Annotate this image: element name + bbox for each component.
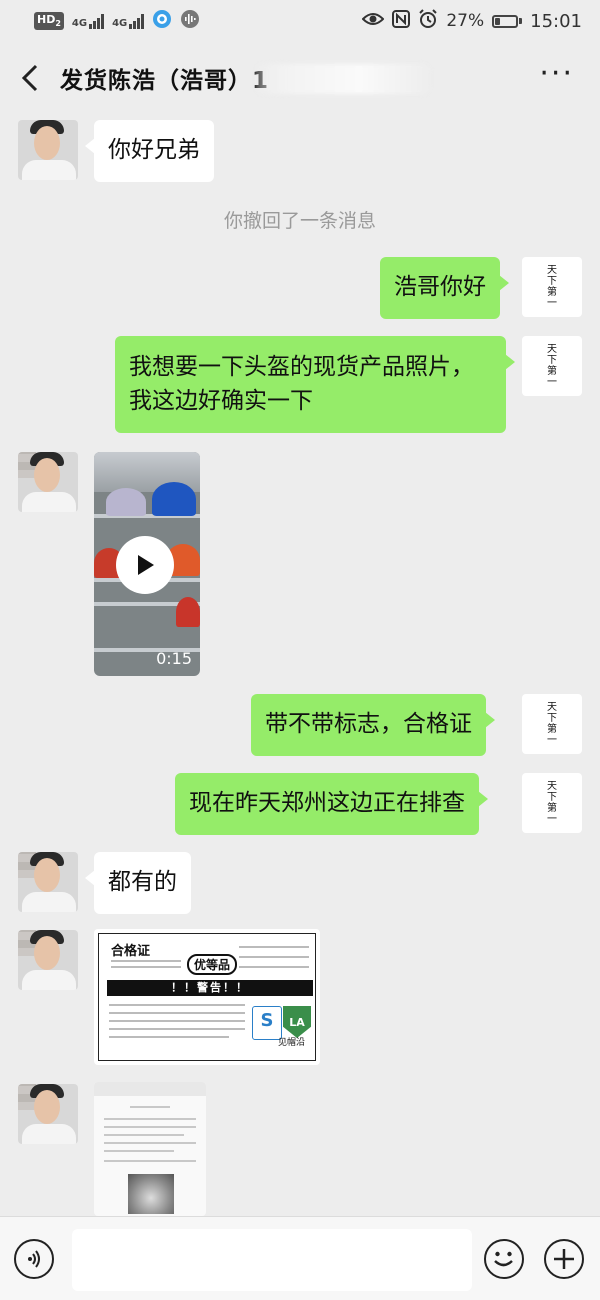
- avatar-calligraphy: 天下第一: [547, 781, 557, 825]
- status-bar: HD2 4G 4G 27% 15:01: [0, 0, 600, 42]
- voice-icon: [28, 1250, 40, 1268]
- warning-banner: ！！警告！！: [107, 980, 313, 996]
- contact-avatar[interactable]: [18, 930, 78, 990]
- emoji-icon: [494, 1251, 513, 1267]
- play-button[interactable]: [116, 536, 174, 594]
- emoji-button[interactable]: [484, 1239, 524, 1279]
- message-bubble-sent[interactable]: 现在昨天郑州这边正在排查: [175, 773, 488, 835]
- back-button[interactable]: [20, 58, 56, 98]
- message-bubble-sent[interactable]: 带不带标志，合格证: [251, 694, 495, 756]
- network-type-label: 4G: [71, 18, 88, 29]
- alarm-icon: [418, 8, 438, 34]
- contact-avatar[interactable]: [18, 1084, 78, 1144]
- message-text: 现在昨天郑州这边正在排查: [189, 790, 465, 816]
- more-button[interactable]: ···: [539, 59, 574, 89]
- plus-icon: [554, 1249, 574, 1269]
- message-bubble-received[interactable]: 都有的: [85, 852, 191, 914]
- helmet-photo: [128, 1174, 174, 1214]
- image-message-certificate[interactable]: 合格证 优等品 ！！警告！！ S LA 见帽沿: [94, 929, 320, 1065]
- message-text: 浩哥你好: [394, 274, 486, 300]
- contact-avatar[interactable]: [18, 852, 78, 912]
- clock-time: 15:01: [530, 10, 582, 32]
- my-avatar[interactable]: 天下第一: [522, 257, 582, 317]
- avatar-calligraphy: 天下第一: [547, 702, 557, 746]
- message-input[interactable]: [72, 1229, 472, 1291]
- contact-avatar[interactable]: [18, 452, 78, 512]
- my-avatar[interactable]: 天下第一: [522, 336, 582, 396]
- message-bubble-sent[interactable]: 浩哥你好: [380, 257, 509, 319]
- contact-avatar[interactable]: [18, 120, 78, 180]
- chat-header: 发货陈浩（浩哥）1 ···: [0, 42, 600, 114]
- my-avatar[interactable]: 天下第一: [522, 694, 582, 754]
- battery-percent: 27%: [446, 11, 485, 31]
- voice-button[interactable]: [14, 1239, 54, 1279]
- system-notice: 你撤回了一条消息: [223, 210, 376, 232]
- video-duration: 0:15: [156, 649, 192, 668]
- redaction-blur: [255, 64, 430, 94]
- status-bar-left: HD2 4G 4G: [34, 9, 200, 34]
- plus-button[interactable]: [544, 1239, 584, 1279]
- play-icon: [138, 555, 154, 575]
- message-text-line: 我想要一下头盔的现货产品照片，: [129, 354, 474, 380]
- avatar-calligraphy: 天下第一: [547, 344, 557, 388]
- video-message[interactable]: 0:15: [94, 452, 200, 676]
- avatar-calligraphy: 天下第一: [547, 265, 557, 309]
- message-text-line: 我这边好确实一下: [129, 388, 313, 414]
- signal-icon: 4G: [112, 13, 145, 29]
- message-text: 都有的: [108, 869, 177, 895]
- wechat-status-icon: [152, 9, 172, 34]
- message-text: 带不带标志，合格证: [265, 711, 472, 737]
- hd-badge: HD2: [34, 12, 64, 30]
- battery-icon: [492, 14, 523, 28]
- message-text: 你好兄弟: [108, 137, 200, 163]
- signal-icon: 4G: [71, 13, 105, 29]
- chevron-left-icon: [21, 64, 38, 92]
- my-avatar[interactable]: 天下第一: [522, 773, 582, 833]
- voice-wave-icon: [180, 9, 200, 34]
- certificate-title: 合格证: [111, 944, 151, 959]
- network-type-label: 4G: [112, 18, 128, 29]
- input-bar: [0, 1216, 600, 1300]
- quality-badge: 优等品: [187, 954, 238, 975]
- eye-icon: [361, 11, 385, 32]
- more-dots-icon: ···: [539, 56, 574, 91]
- image-message-document[interactable]: [94, 1082, 206, 1216]
- nfc-icon: [392, 9, 411, 33]
- certificate-signature: 见帽沿: [277, 1038, 305, 1048]
- message-bubble-received[interactable]: 你好兄弟: [85, 120, 214, 182]
- la-logo-icon: LA: [283, 1006, 311, 1038]
- status-bar-right: 27% 15:01: [361, 8, 582, 34]
- message-bubble-sent[interactable]: 我想要一下头盔的现货产品照片， 我这边好确实一下: [115, 336, 515, 433]
